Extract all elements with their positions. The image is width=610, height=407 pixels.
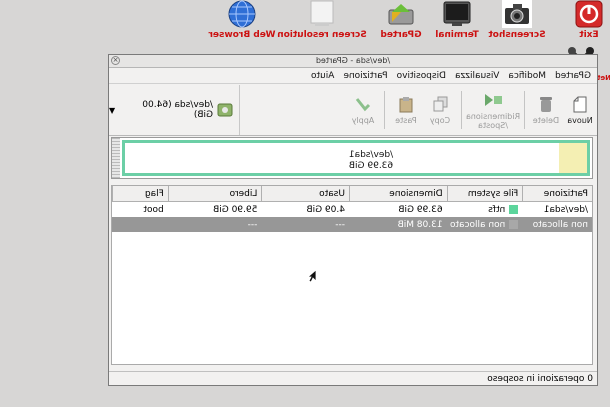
toolbar-separator xyxy=(384,91,385,129)
copy-label: Copy xyxy=(429,116,451,125)
delete-button[interactable]: Delete xyxy=(529,85,563,135)
status-bar: 0 operazioni in sospeso xyxy=(109,371,597,385)
apply-label: Apply xyxy=(351,116,375,125)
filesystem-label: non allocato xyxy=(449,219,506,230)
menu-visualizza[interactable]: Visualizza xyxy=(455,71,499,81)
cell-used: 4.09 GiB xyxy=(306,204,345,215)
resize-icon xyxy=(483,91,503,109)
disk-graphic-grip xyxy=(112,138,120,178)
header-file-system[interactable]: File system xyxy=(446,186,523,201)
device-selector[interactable]: /dev/sda (64.00 GiB) ▼ xyxy=(109,85,240,135)
header-usato[interactable]: Usato xyxy=(261,186,349,201)
header-partizione[interactable]: Partizione xyxy=(522,186,592,201)
device-selector-value: /dev/sda (64.00 GiB) xyxy=(142,100,213,120)
menu-dispositivo[interactable]: Dispositivo xyxy=(397,71,446,81)
globe-icon xyxy=(227,0,257,28)
launcher-label: GParted xyxy=(380,30,422,40)
delete-label: Delete xyxy=(532,116,560,125)
partition-table: Partizione File system Dimensione Usato … xyxy=(111,185,593,365)
monitor-icon xyxy=(307,0,337,28)
delete-icon xyxy=(536,95,556,113)
window-titlebar[interactable]: /dev/sda - GParted × xyxy=(109,55,597,68)
cell-filesystem: ntfs xyxy=(447,205,523,215)
header-dimensione[interactable]: Dimensione xyxy=(349,186,447,201)
terminal-icon xyxy=(442,0,472,28)
screen-resolution-launcher[interactable]: Screen resolution xyxy=(277,0,367,44)
close-icon[interactable]: × xyxy=(111,56,120,65)
chevron-down-icon: ▼ xyxy=(109,105,116,115)
menu-aiuto[interactable]: Aiuto xyxy=(311,71,334,81)
launcher-label: Screenshot xyxy=(488,30,546,40)
disk-graphic: /dev/sda1 63.99 GiB xyxy=(111,137,593,179)
table-header: Partizione File system Dimensione Usato … xyxy=(111,186,592,202)
toolbar-separator xyxy=(524,91,525,129)
paste-button[interactable]: Paste xyxy=(389,85,423,135)
disk-icon xyxy=(217,103,233,117)
toolbar: Nuova Delete Ridimensiona /Sposta Copy P… xyxy=(109,85,597,136)
copy-icon xyxy=(430,95,450,113)
terminal-launcher[interactable]: Terminal xyxy=(432,0,482,44)
toolbar-separator xyxy=(461,91,462,129)
resize-move-button[interactable]: Ridimensiona /Sposta xyxy=(466,85,520,135)
partition-block-sda1[interactable]: /dev/sda1 63.99 GiB xyxy=(122,140,590,176)
menu-gparted[interactable]: GParted xyxy=(555,71,591,81)
cell-partition: /dev/sda1 xyxy=(543,204,588,215)
screenshot-launcher[interactable]: Screenshot xyxy=(488,0,546,44)
menu-modifica[interactable]: Modifica xyxy=(508,71,546,81)
launcher-label: Screen resolution xyxy=(277,30,367,40)
checkmark-icon xyxy=(353,95,373,113)
cell-used: --- xyxy=(335,219,345,230)
paste-icon xyxy=(396,95,416,113)
new-document-icon xyxy=(570,95,590,113)
gparted-launcher[interactable]: GParted xyxy=(378,0,424,44)
cell-size: 63.99 GiB xyxy=(398,204,443,215)
cell-free: 59.90 GiB xyxy=(213,204,258,215)
paste-label: Paste xyxy=(395,116,417,125)
apply-button[interactable]: Apply xyxy=(346,85,380,135)
filesystem-label: ntfs xyxy=(488,204,506,215)
filesystem-color-swatch xyxy=(509,220,519,229)
gparted-window: /dev/sda - GParted × GParted Modifica Vi… xyxy=(108,54,598,386)
launcher-label: Exit xyxy=(579,30,599,40)
status-text: 0 operazioni in sospeso xyxy=(487,374,593,384)
header-libero[interactable]: Libero xyxy=(167,186,262,201)
mirrored-screen: Exit Screenshot Terminal GParted Screen … xyxy=(0,0,610,407)
launcher-label: Terminal xyxy=(435,30,479,40)
partition-block-size: 63.99 GiB xyxy=(348,161,394,171)
window-title: /dev/sda - GParted xyxy=(315,56,391,65)
cell-size: 13.08 MiB xyxy=(397,219,443,230)
camera-icon xyxy=(502,0,532,28)
menubar: GParted Modifica Visualizza Dispositivo … xyxy=(109,68,597,84)
copy-button[interactable]: Copy xyxy=(423,85,457,135)
new-button[interactable]: Nuova xyxy=(563,85,597,135)
gparted-icon xyxy=(386,0,416,28)
table-row[interactable]: non allocato non allocato 13.08 MiB --- … xyxy=(112,217,592,232)
header-flag[interactable]: Flag xyxy=(111,186,168,201)
filesystem-color-swatch xyxy=(509,205,519,214)
launcher-label: Web Browser xyxy=(208,30,276,40)
power-icon xyxy=(574,0,604,28)
cell-filesystem: non allocato xyxy=(447,220,523,230)
partition-block-name: /dev/sda1 xyxy=(348,150,394,160)
cell-free: --- xyxy=(247,219,258,230)
resize-label: Ridimensiona /Sposta xyxy=(465,111,521,130)
menu-partizione[interactable]: Partizione xyxy=(343,71,387,81)
new-label: Nuova xyxy=(567,116,593,125)
web-browser-launcher[interactable]: Web Browser xyxy=(206,0,278,44)
mouse-pointer-icon xyxy=(306,268,317,287)
exit-launcher[interactable]: Exit xyxy=(570,0,608,44)
cell-partition: non allocato xyxy=(532,219,588,230)
table-row[interactable]: /dev/sda1 ntfs 63.99 GiB 4.09 GiB 59.90 … xyxy=(112,202,592,217)
cell-flag: boot xyxy=(143,204,164,215)
